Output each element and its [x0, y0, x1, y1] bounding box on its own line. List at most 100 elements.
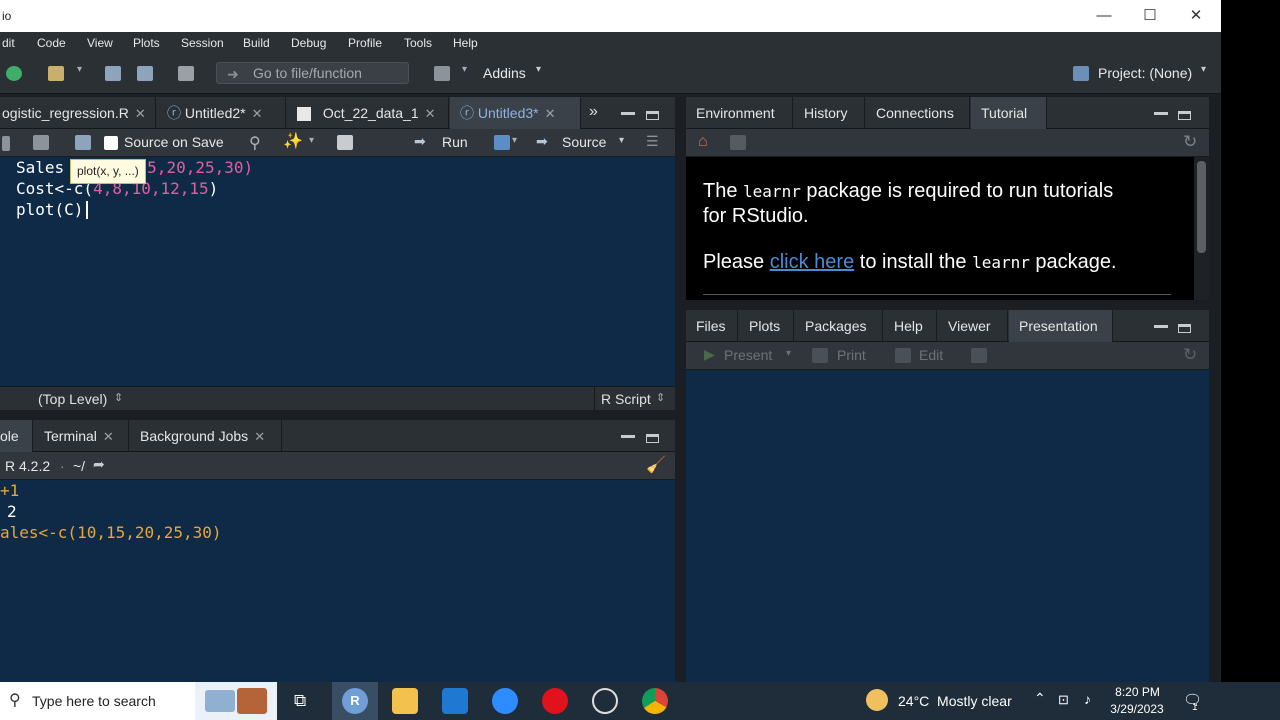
maximize-pane-icon[interactable]: [646, 107, 659, 122]
close-icon[interactable]: ✕: [252, 106, 263, 121]
tab-packages[interactable]: Packages: [795, 310, 883, 342]
menu-view[interactable]: View: [87, 36, 113, 50]
close-icon[interactable]: ✕: [135, 106, 146, 121]
chevron-up-icon[interactable]: ⌃: [1034, 690, 1046, 707]
maximize-button[interactable]: ☐: [1127, 0, 1173, 32]
chevron-down-icon[interactable]: ▾: [77, 64, 82, 75]
network-icon[interactable]: ⊡: [1058, 692, 1069, 708]
taskbar-search[interactable]: ⚲ Type here to search: [0, 682, 195, 720]
maximize-pane-icon[interactable]: [1178, 320, 1191, 335]
minimize-pane-icon[interactable]: [621, 102, 635, 117]
close-icon[interactable]: ✕: [545, 106, 556, 121]
close-button[interactable]: ✕: [1173, 0, 1219, 32]
save-all-icon[interactable]: [137, 66, 153, 81]
menu-profile[interactable]: Profile: [348, 36, 382, 50]
chevron-down-icon[interactable]: ▾: [786, 348, 791, 359]
menu-tools[interactable]: Tools: [404, 36, 432, 50]
opera-icon[interactable]: [542, 688, 568, 714]
weather-text[interactable]: 24°C Mostly clear: [898, 693, 1012, 709]
menu-session[interactable]: Session: [181, 36, 224, 50]
tab-files[interactable]: Files: [686, 310, 738, 342]
tab-terminal[interactable]: Terminal ✕: [34, 420, 129, 452]
working-directory[interactable]: ~/: [73, 458, 85, 474]
chevron-down-icon[interactable]: ▾: [619, 135, 624, 146]
close-icon[interactable]: ✕: [254, 429, 265, 444]
tab-help[interactable]: Help: [884, 310, 937, 342]
clear-console-icon[interactable]: 🧹: [646, 455, 666, 475]
maximize-pane-icon[interactable]: [1178, 107, 1191, 122]
tab-history[interactable]: History: [794, 97, 865, 129]
tab-presentation[interactable]: Presentation: [1009, 310, 1113, 342]
clock-date[interactable]: 3/29/2023: [1104, 702, 1170, 716]
minimize-button[interactable]: —: [1081, 0, 1127, 32]
install-learnr-link[interactable]: click here: [770, 251, 854, 273]
menu-code[interactable]: Code: [37, 36, 66, 50]
source-button[interactable]: Source: [562, 134, 606, 150]
zoom-icon[interactable]: [492, 688, 518, 714]
project-menu[interactable]: Project: (None): [1098, 65, 1192, 81]
save-icon[interactable]: [75, 135, 91, 150]
volume-icon[interactable]: ♪: [1084, 691, 1091, 707]
code-editor[interactable]: Sales 5,20,25,30) Cost<-c(4,8,10,12,15) p…: [0, 157, 675, 386]
chevron-down-icon[interactable]: ▾: [536, 64, 541, 75]
present-button[interactable]: Present: [724, 347, 772, 363]
magic-wand-icon[interactable]: ✨: [283, 131, 303, 151]
run-button[interactable]: Run: [442, 134, 468, 150]
tab-tutorial[interactable]: Tutorial: [971, 97, 1047, 129]
popout-icon[interactable]: [971, 348, 987, 363]
chevron-down-icon[interactable]: ▾: [462, 64, 467, 75]
edit-button[interactable]: Edit: [919, 347, 943, 363]
close-icon[interactable]: ✕: [425, 106, 436, 121]
tab-oct-22-data[interactable]: Oct_22_data_1 ✕: [287, 97, 449, 129]
compile-report-icon[interactable]: [337, 135, 353, 150]
home-icon[interactable]: ⌂: [698, 133, 708, 151]
tab-logistic-regression[interactable]: ogistic_regression.R ✕: [0, 97, 156, 129]
close-icon[interactable]: ✕: [103, 429, 114, 444]
refresh-icon[interactable]: ↻: [1183, 345, 1197, 365]
menu-edit[interactable]: dit: [2, 36, 15, 50]
tab-environment[interactable]: Environment: [686, 97, 793, 129]
outline-icon[interactable]: ☰: [646, 133, 659, 150]
workspace-panes-icon[interactable]: [434, 66, 450, 81]
tab-plots[interactable]: Plots: [739, 310, 794, 342]
chevron-down-icon[interactable]: ▾: [512, 135, 517, 146]
mail-icon[interactable]: [442, 688, 468, 714]
minimize-pane-icon[interactable]: [621, 425, 635, 440]
chrome-icon[interactable]: [642, 688, 668, 714]
scrollbar-thumb[interactable]: [1197, 161, 1206, 253]
tab-connections[interactable]: Connections: [866, 97, 970, 129]
taskbar-rstudio[interactable]: R: [332, 682, 378, 720]
popout-icon[interactable]: [730, 135, 746, 150]
file-explorer-icon[interactable]: [392, 688, 418, 714]
print-button[interactable]: Print: [837, 347, 866, 363]
chevron-down-icon[interactable]: ▾: [309, 135, 314, 146]
clock-app-icon[interactable]: [592, 688, 618, 714]
show-in-window-icon[interactable]: [33, 135, 49, 150]
chevron-down-icon[interactable]: ▾: [1201, 64, 1206, 75]
print-icon[interactable]: [178, 66, 194, 81]
menu-debug[interactable]: Debug: [291, 36, 326, 50]
task-view-icon[interactable]: ⧉: [294, 691, 306, 711]
tab-untitled2[interactable]: ⓡ Untitled2* ✕: [157, 97, 286, 129]
scrollbar[interactable]: [1194, 157, 1209, 300]
console-output[interactable]: +1 2 ales<-c(10,15,20,25,30): [0, 480, 675, 682]
refresh-icon[interactable]: ↻: [1183, 132, 1197, 152]
tab-untitled3[interactable]: ⓡ Untitled3* ✕: [450, 97, 581, 129]
menu-build[interactable]: Build: [243, 36, 270, 50]
rerun-icon[interactable]: [494, 135, 510, 150]
tab-console[interactable]: ole: [0, 420, 33, 452]
menu-help[interactable]: Help: [453, 36, 478, 50]
goto-file-input[interactable]: ➜ Go to file/function: [216, 62, 409, 84]
minimize-pane-icon[interactable]: [1154, 315, 1168, 330]
scope-selector[interactable]: (Top Level): [38, 391, 107, 407]
more-tabs-icon[interactable]: »: [589, 103, 598, 121]
minimize-pane-icon[interactable]: [1154, 102, 1168, 117]
search-icon[interactable]: ⚲: [249, 133, 261, 153]
file-type-selector[interactable]: R Script: [601, 391, 651, 407]
tab-background-jobs[interactable]: Background Jobs ✕: [130, 420, 282, 452]
source-on-save-checkbox[interactable]: [104, 136, 118, 150]
save-icon[interactable]: [105, 66, 121, 81]
open-folder-icon[interactable]: [48, 66, 64, 81]
addins-menu[interactable]: Addins: [483, 65, 526, 81]
clock-time[interactable]: 8:20 PM: [1110, 685, 1165, 699]
